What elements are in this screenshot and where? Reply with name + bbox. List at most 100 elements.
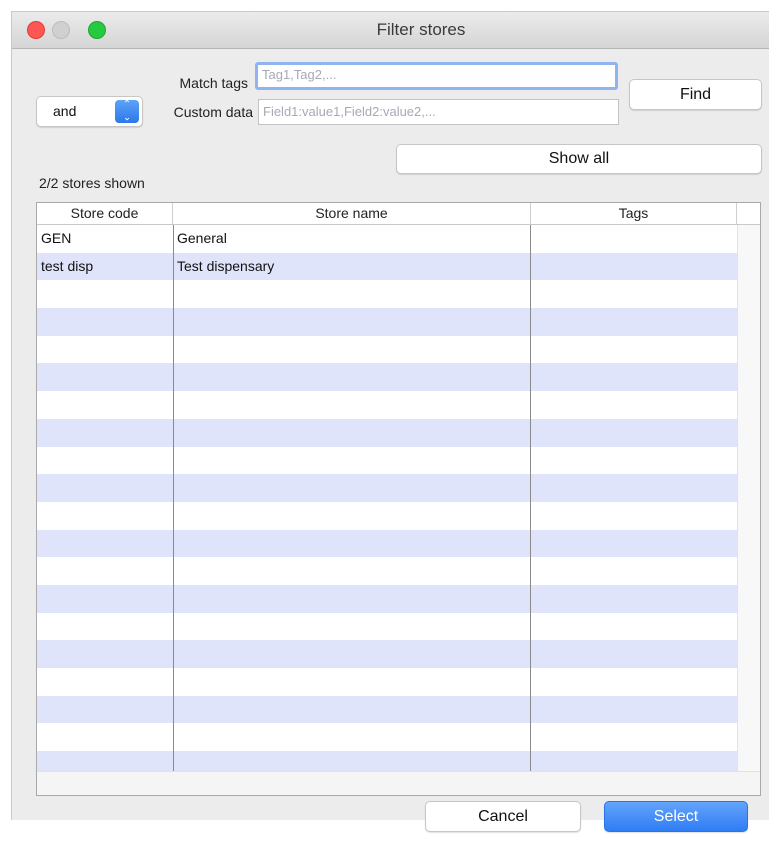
- table-row[interactable]: [37, 308, 738, 336]
- custom-data-label: Custom data: [173, 104, 253, 120]
- table-row[interactable]: [37, 363, 738, 392]
- cell-tags: [531, 225, 738, 253]
- cell-tags: [531, 585, 738, 613]
- cell-store-name: [173, 336, 531, 364]
- cell-store-name: [173, 530, 531, 558]
- cell-store-name: [173, 668, 531, 696]
- cell-store-name: [173, 696, 531, 724]
- find-button[interactable]: Find: [629, 79, 762, 110]
- cell-store-name: [173, 613, 531, 641]
- minimize-window-icon: [52, 21, 70, 39]
- cell-store-code: [37, 308, 173, 336]
- column-header-tags[interactable]: Tags: [531, 203, 737, 224]
- cell-store-name: [173, 474, 531, 502]
- cell-store-code: [37, 502, 173, 530]
- cell-tags: [531, 557, 738, 585]
- table-row[interactable]: [37, 418, 738, 447]
- cell-store-code: test disp: [41, 257, 94, 274]
- window-title: Filter stores: [376, 20, 466, 39]
- table-row[interactable]: [37, 557, 738, 585]
- cell-store-code: [37, 585, 173, 613]
- cell-store-code: [37, 696, 173, 724]
- cancel-button[interactable]: Cancel: [425, 801, 581, 832]
- cell-store-name: [173, 447, 531, 475]
- column-header-store-code[interactable]: Store code: [37, 203, 173, 224]
- table-row[interactable]: [37, 584, 738, 613]
- column-header-store-name[interactable]: Store name: [173, 203, 531, 224]
- cell-store-code: [37, 530, 173, 558]
- table-row[interactable]: [37, 640, 738, 668]
- cell-store-name: Test dispensary: [177, 257, 275, 274]
- cell-tags: [531, 419, 738, 447]
- cell-store-code: [37, 447, 173, 475]
- match-tags-input[interactable]: Tag1,Tag2,...: [255, 62, 618, 90]
- title-bar: Filter stores: [12, 12, 769, 49]
- cell-store-name: [173, 280, 531, 308]
- table-header: Store code Store name Tags: [37, 203, 760, 225]
- cell-store-code: [37, 668, 173, 696]
- table-body: GEN General test disp Test dispensary: [37, 225, 738, 779]
- cell-store-name: General: [177, 230, 227, 246]
- cell-tags: [531, 308, 738, 336]
- select-button[interactable]: Select: [604, 801, 748, 832]
- cell-store-name: [173, 419, 531, 447]
- stores-shown-count: 2/2 stores shown: [39, 175, 145, 191]
- cell-tags: [531, 640, 738, 668]
- table-row[interactable]: [37, 695, 738, 724]
- cell-store-code: [37, 557, 173, 585]
- vertical-scrollbar[interactable]: [737, 225, 760, 795]
- cell-store-code: [37, 391, 173, 419]
- cell-store-name: [173, 640, 531, 668]
- custom-data-input[interactable]: Field1:value1,Field2:value2,...: [258, 99, 619, 125]
- cell-tags: [531, 530, 738, 558]
- table-row[interactable]: [37, 529, 738, 558]
- show-all-button[interactable]: Show all: [396, 144, 762, 174]
- stores-table: Store code Store name Tags GEN General tes…: [36, 202, 761, 796]
- table-row[interactable]: [37, 447, 738, 475]
- filter-stores-dialog: Filter stores Match tags Tag1,Tag2,... C…: [11, 11, 769, 832]
- cell-store-name: [173, 585, 531, 613]
- cell-tags: [531, 280, 738, 308]
- cell-store-name: [173, 502, 531, 530]
- table-row[interactable]: [37, 474, 738, 502]
- cell-tags: [531, 502, 738, 530]
- column-divider: [530, 225, 531, 773]
- cell-tags: [531, 447, 738, 475]
- cell-tags: [531, 696, 738, 724]
- cell-tags: [531, 474, 738, 502]
- table-row[interactable]: [37, 613, 738, 641]
- cell-tags: [531, 723, 738, 751]
- cell-store-name: [173, 723, 531, 751]
- cell-tags: [531, 391, 738, 419]
- cell-store-code: [37, 280, 173, 308]
- cell-store-name: [173, 391, 531, 419]
- cell-store-code: [37, 363, 173, 391]
- select-arrows-icon: ⌃ ⌃: [115, 100, 139, 123]
- horizontal-scrollbar[interactable]: [37, 771, 760, 795]
- cell-store-code: [37, 640, 173, 668]
- cell-store-code: [37, 613, 173, 641]
- cell-store-code: [37, 474, 173, 502]
- cell-tags: [531, 253, 738, 281]
- cell-store-code: [37, 336, 173, 364]
- table-row[interactable]: [37, 336, 738, 364]
- cell-tags: [531, 668, 738, 696]
- operator-select-value: and: [53, 103, 77, 119]
- cell-tags: [531, 336, 738, 364]
- table-row[interactable]: [37, 723, 738, 751]
- table-row[interactable]: test disp Test dispensary: [37, 252, 738, 281]
- cell-store-name: [173, 557, 531, 585]
- table-row[interactable]: [37, 668, 738, 696]
- table-row[interactable]: [37, 280, 738, 308]
- operator-select[interactable]: and ⌃ ⌃: [36, 96, 143, 127]
- table-row[interactable]: [37, 391, 738, 419]
- close-window-icon[interactable]: [27, 21, 45, 39]
- cell-store-code: [37, 419, 173, 447]
- cell-tags: [531, 363, 738, 391]
- cell-store-name: [173, 308, 531, 336]
- table-row[interactable]: [37, 502, 738, 530]
- table-row[interactable]: GEN General: [37, 225, 738, 253]
- column-divider: [173, 225, 174, 773]
- cell-store-code: GEN: [41, 230, 72, 246]
- match-tags-label: Match tags: [179, 75, 248, 91]
